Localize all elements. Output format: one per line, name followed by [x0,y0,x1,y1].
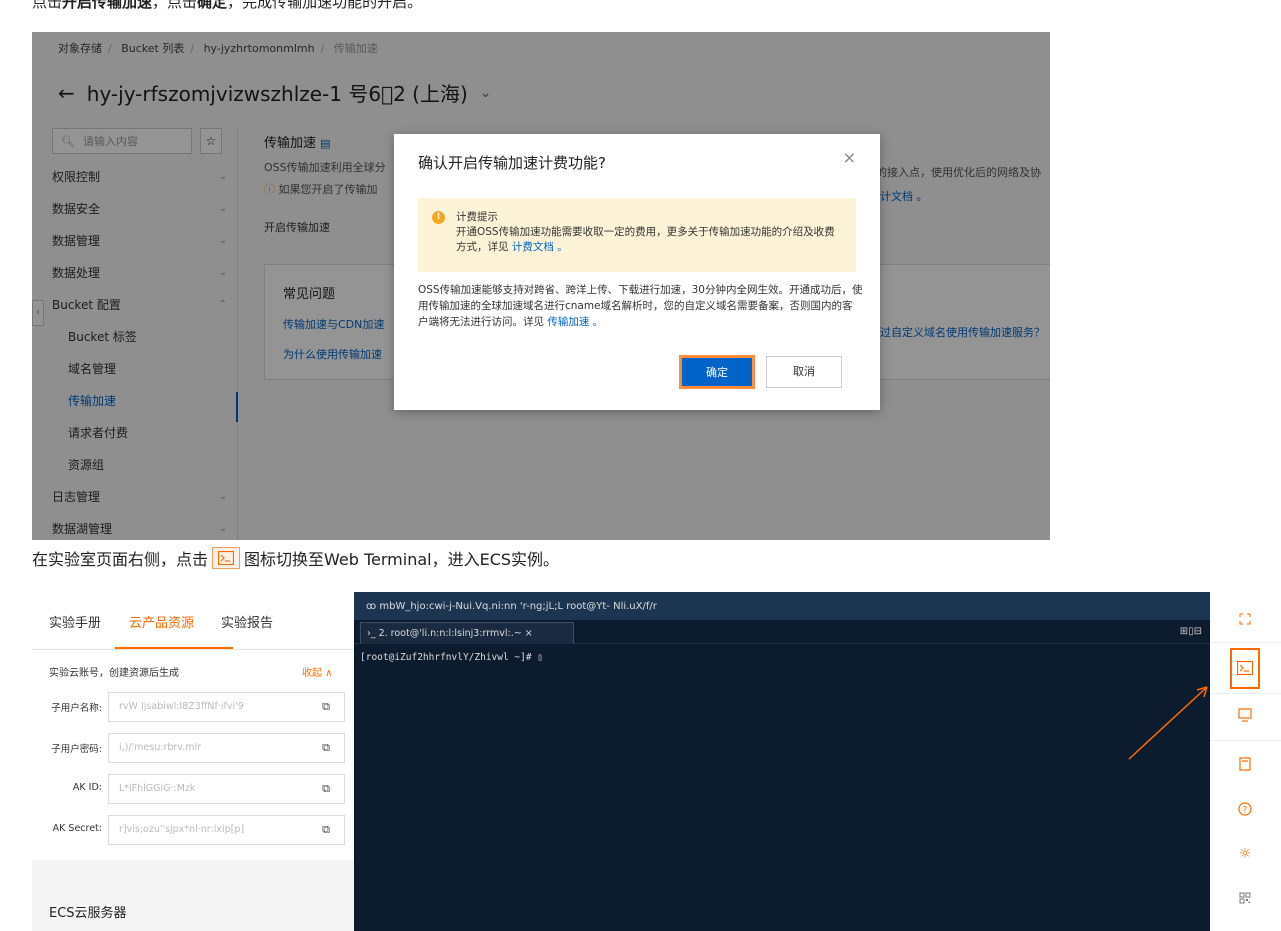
field-value: L*lFhlGGiG·:Mzk [108,774,345,804]
cancel-button[interactable]: 取消 [766,356,842,388]
notice-title: 计费提示 [456,211,498,223]
terminal-icon [212,547,241,569]
sun-icon[interactable]: ☼ [1232,841,1258,867]
web-terminal[interactable]: ꝏ mbW_hjo:cwi-j-Nui.Vq.ni:nn 'r-ng;jL;L … [354,592,1210,931]
notice-body: 开通OSS传输加速功能需要收取一定的费用，更多关于传输加速功能的介绍及收费方式，… [456,226,835,253]
desktop-icon[interactable] [1232,702,1258,728]
field-value: r]vis;ozu''sjpx*nl·nr:lxip[p] [108,815,345,845]
instruction-text: 点击 [32,0,63,11]
instruction-bold: 开启传输加速 [62,0,153,11]
close-icon[interactable]: × [843,148,856,167]
field-label: 子用户名称: [51,703,102,714]
tab-report[interactable]: 实验报告 [221,612,273,631]
copy-icon[interactable]: ⧉ [322,823,330,837]
terminal-layout-icon[interactable]: ⊞▯⊟ [1180,626,1202,637]
active-tab-underline [115,647,233,649]
collapse-button[interactable]: 收起 ∧ [302,664,333,679]
help-icon[interactable]: ? [1232,796,1258,822]
instruction-text: 图标切换至Web Terminal，进入ECS实例。 [244,550,560,569]
modal-title: 确认开启传输加速计费功能? [418,154,606,172]
field-value: i,)/'mesu:rbrv.mlr [108,733,345,763]
tab-cloud-resources[interactable]: 云产品资源 [129,612,194,631]
copy-icon[interactable]: ⧉ [322,741,330,755]
terminal-tab[interactable]: ›_ 2. root@'li.n:n:l:lsinj3:rrmvl:.~ × [360,622,574,644]
instruction-step-1: 点击开启传输加速，点击确定，完成传输加速功能的开启。 [32,0,422,12]
ecs-title: ECS云服务器 [49,906,127,921]
field-label: AK Secret: [52,823,102,834]
tab-manual[interactable]: 实验手册 [49,612,101,631]
copy-icon[interactable]: ⧉ [322,782,330,796]
pointer-arrow [1128,686,1208,760]
copy-icon[interactable]: ⧉ [322,700,330,714]
field-ak-id: AK ID: L*lFhlGGiG·:Mzk ⧉ [40,774,345,804]
terminal-icon[interactable] [1232,655,1258,681]
ecs-section: ECS云服务器 [32,860,354,931]
terminal-tabbar: ›_ 2. root@'li.n:n:l:lsinj3:rrmvl:.~ × ⊞… [354,620,1210,644]
modal-body: OSS传输加速能够支持对跨省、跨洋上传、下载进行加速，30分钟内全网生效。开通成… [418,284,863,328]
confirm-modal: 确认开启传输加速计费功能? × ! 计费提示 开通OSS传输加速功能需要收取一定… [394,134,880,410]
lab-tabs: 实验手册 云产品资源 实验报告 [32,592,354,650]
lab-left-panel: 实验手册 云产品资源 实验报告 实验云账号，创建资源后生成 收起 ∧ 子用户名称… [32,592,354,931]
billing-doc-link[interactable]: 计费文档 。 [512,241,568,253]
instruction-bold: 确定 [197,0,228,11]
instruction-step-2: 在实验室页面右侧，点击 图标切换至Web Terminal，进入ECS实例。 [32,546,559,570]
terminal-titlebar: ꝏ mbW_hjo:cwi-j-Nui.Vq.ni:nn 'r-ng;jL;L … [354,592,1210,620]
instruction-text: 在实验室页面右侧，点击 [32,550,209,569]
account-hint: 实验云账号，创建资源后生成 [49,668,179,679]
field-ak-secret: AK Secret: r]vis;ozu''sjpx*nl·nr:lxip[p]… [40,815,345,845]
field-value: rvW Ijsabiwl:I8Z3ffNf·ifvi'9 [108,692,345,722]
confirm-button[interactable]: 确定 [679,355,755,389]
right-toolbar: ? ☼ [1210,592,1281,931]
notebook-icon[interactable] [1232,751,1258,777]
field-username: 子用户名称: rvW Ijsabiwl:I8Z3ffNf·ifvi'9 ⧉ [40,692,345,722]
oss-console-screenshot: 对象存储 / Bucket 列表 / hy-jyzhrtomonmlmh / 传输加速… [32,32,1050,540]
svg-text:?: ? [1243,806,1248,816]
field-password: 子用户密码: i,)/'mesu:rbrv.mlr ⧉ [40,733,345,763]
instruction-text: ，完成传输加速功能的开启。 [227,0,423,11]
field-label: AK ID: [72,782,102,793]
fullscreen-icon[interactable] [1232,606,1258,632]
instruction-text: ，点击 [152,0,198,11]
lab-screenshot: 实验手册 云产品资源 实验报告 实验云账号，创建资源后生成 收起 ∧ 子用户名称… [32,592,1281,931]
transfer-accel-link[interactable]: 传输加速 。 [547,316,603,328]
terminal-prompt[interactable]: [root@iZuf2hhrfnvlY/Zhivwl ~]# ▯ [360,652,543,663]
qrcode-icon[interactable] [1232,885,1258,911]
billing-notice: ! 计费提示 开通OSS传输加速功能需要收取一定的费用，更多关于传输加速功能的介… [418,198,856,272]
warning-icon: ! [432,211,445,224]
field-label: 子用户密码: [51,744,102,755]
